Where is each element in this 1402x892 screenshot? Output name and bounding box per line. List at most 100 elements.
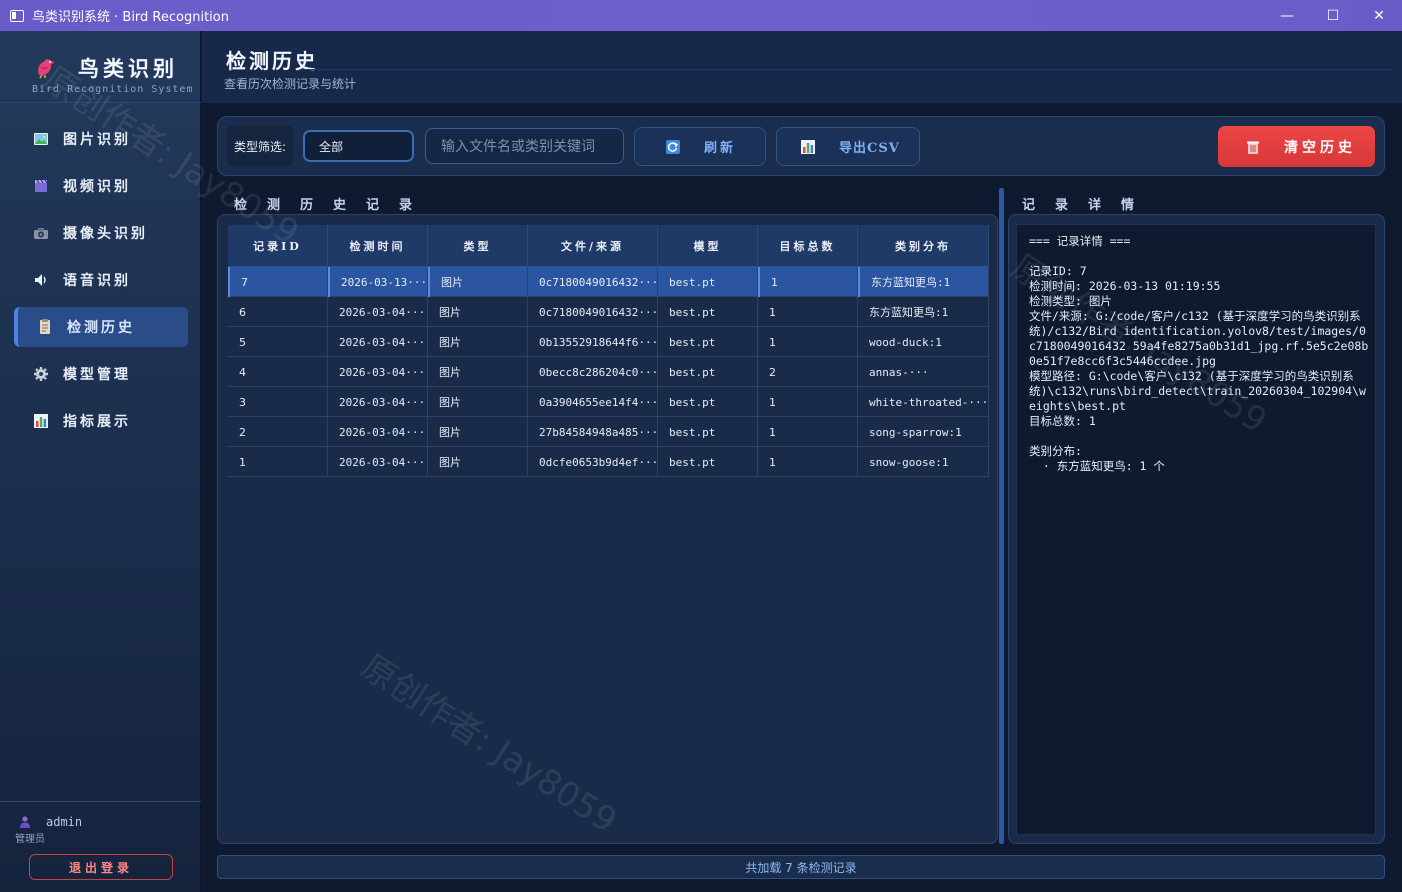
- maximize-button[interactable]: ☐: [1310, 0, 1356, 31]
- window-controls: — ☐ ✕: [1264, 0, 1402, 31]
- sidebar-item-model-management[interactable]: 模型管理: [14, 354, 188, 394]
- column-header-model[interactable]: 模型: [658, 225, 758, 267]
- sidebar-item-label: 指标展示: [63, 414, 131, 430]
- cell-class-distribution: song-sparrow:1: [858, 417, 989, 447]
- brand-subtitle: Bird Recognition System: [32, 84, 194, 95]
- cell-type: 图片: [428, 327, 528, 357]
- cell-id: 7: [228, 267, 328, 297]
- table-row[interactable]: 2 2026-03-04··· 图片 27b84584948a485··· best.p…: [228, 417, 989, 447]
- cell-time: 2026-03-04···: [328, 417, 428, 447]
- column-header-time[interactable]: 检测时间: [328, 225, 428, 267]
- cell-source: 0a3904655ee14f4···: [528, 387, 658, 417]
- cell-class-distribution: 东方蓝知更鸟:1: [858, 297, 989, 327]
- table-row[interactable]: 3 2026-03-04··· 图片 0a3904655ee14f4··· best.p…: [228, 387, 989, 417]
- cell-model: best.pt: [658, 387, 758, 417]
- record-detail-box: === 记录详情 === 记录ID: 7 检测时间: 2026-03-13 01…: [1016, 224, 1376, 835]
- refresh-button[interactable]: 刷新: [634, 127, 766, 166]
- cell-target-count: 1: [758, 297, 858, 327]
- speaker-icon: [33, 272, 49, 288]
- history-table: 记录ID 检测时间 类型 文件/来源 模型 目标总数 类别分布 7 2026-03…: [228, 225, 989, 477]
- video-icon: [33, 178, 49, 194]
- cell-id: 1: [228, 447, 328, 477]
- cell-target-count: 1: [758, 447, 858, 477]
- brand: 鸟类识别 Bird Recognition System: [0, 31, 201, 103]
- column-header-type[interactable]: 类型: [428, 225, 528, 267]
- cell-target-count: 1: [758, 267, 858, 297]
- logout-button[interactable]: 退出登录: [29, 854, 173, 880]
- sidebar-item-label: 视频识别: [63, 179, 131, 195]
- cell-id: 6: [228, 297, 328, 327]
- cell-time: 2026-03-04···: [328, 357, 428, 387]
- cell-model: best.pt: [658, 327, 758, 357]
- sidebar-item-video-recognition[interactable]: 视频识别: [14, 166, 188, 206]
- window-title: 鸟类识别系统 · Bird Recognition: [32, 10, 229, 25]
- user-area: admin 管理员 退出登录: [0, 801, 201, 892]
- cell-type: 图片: [428, 387, 528, 417]
- window-titlebar: 鸟类识别系统 · Bird Recognition — ☐ ✕: [0, 0, 1402, 31]
- minimize-button[interactable]: —: [1264, 0, 1310, 31]
- cell-model: best.pt: [658, 447, 758, 477]
- table-row[interactable]: 5 2026-03-04··· 图片 0b13552918644f6··· best.p…: [228, 327, 989, 357]
- sidebar-item-detection-history[interactable]: 检测历史: [14, 307, 188, 347]
- table-body: 7 2026-03-13··· 图片 0c7180049016432··· best.p…: [228, 267, 989, 477]
- cell-target-count: 2: [758, 357, 858, 387]
- table-row[interactable]: 7 2026-03-13··· 图片 0c7180049016432··· best.p…: [228, 267, 989, 297]
- page-header: 检测历史 查看历次检测记录与统计: [202, 31, 1402, 103]
- sidebar-item-voice-recognition[interactable]: 语音识别: [14, 260, 188, 300]
- toolbar: 类型筛选: 全部 输入文件名或类别关键词 刷新 导出CSV 清空历史: [217, 116, 1385, 176]
- history-table-panel: 记录ID 检测时间 类型 文件/来源 模型 目标总数 类别分布 7 2026-03…: [217, 214, 998, 844]
- export-label: 导出CSV: [839, 141, 900, 156]
- cell-model: best.pt: [658, 267, 758, 297]
- cell-type: 图片: [428, 267, 528, 297]
- panel-splitter[interactable]: [999, 188, 1004, 844]
- clear-history-label: 清空历史: [1284, 139, 1356, 156]
- sidebar: 鸟类识别 Bird Recognition System 图片识别 视频识别 摄…: [0, 31, 201, 892]
- cell-source: 0becc8c286204c0···: [528, 357, 658, 387]
- cell-source: 27b84584948a485···: [528, 417, 658, 447]
- cell-time: 2026-03-04···: [328, 297, 428, 327]
- cell-class-distribution: snow-goose:1: [858, 447, 989, 477]
- cell-source: 0c7180049016432···: [528, 297, 658, 327]
- table-header: 记录ID 检测时间 类型 文件/来源 模型 目标总数 类别分布: [228, 225, 989, 267]
- column-header-target-count[interactable]: 目标总数: [758, 225, 858, 267]
- cell-type: 图片: [428, 297, 528, 327]
- sidebar-item-camera-recognition[interactable]: 摄像头识别: [14, 213, 188, 253]
- records-section-label: 检测历史记录: [234, 198, 433, 213]
- table-row[interactable]: 6 2026-03-04··· 图片 0c7180049016432··· best.p…: [228, 297, 989, 327]
- type-filter-select[interactable]: 全部: [303, 130, 414, 162]
- clear-history-button[interactable]: 清空历史: [1218, 126, 1375, 167]
- image-icon: [33, 131, 49, 147]
- cell-source: 0c7180049016432···: [528, 267, 658, 297]
- gear-icon: [33, 366, 49, 382]
- search-input[interactable]: 输入文件名或类别关键词: [425, 128, 624, 164]
- status-bar: 共加载 7 条检测记录: [217, 855, 1385, 879]
- column-header-source[interactable]: 文件/来源: [528, 225, 658, 267]
- header-divider: [302, 69, 1392, 70]
- cell-time: 2026-03-04···: [328, 387, 428, 417]
- export-csv-button[interactable]: 导出CSV: [776, 127, 920, 166]
- cell-id: 5: [228, 327, 328, 357]
- cell-class-distribution: 东方蓝知更鸟:1: [858, 267, 989, 297]
- sidebar-item-label: 检测历史: [67, 320, 135, 336]
- cell-class-distribution: annas-···: [858, 357, 989, 387]
- column-header-class-distribution[interactable]: 类别分布: [858, 225, 989, 267]
- cell-model: best.pt: [658, 357, 758, 387]
- cell-class-distribution: white-throated-···: [858, 387, 989, 417]
- cell-type: 图片: [428, 447, 528, 477]
- close-button[interactable]: ✕: [1356, 0, 1402, 31]
- sidebar-item-image-recognition[interactable]: 图片识别: [14, 119, 188, 159]
- app-icon: [10, 9, 24, 22]
- sidebar-item-metrics[interactable]: 指标展示: [14, 401, 188, 441]
- sidebar-item-label: 模型管理: [63, 367, 131, 383]
- cell-target-count: 1: [758, 387, 858, 417]
- cell-id: 4: [228, 357, 328, 387]
- column-header-id[interactable]: 记录ID: [228, 225, 328, 267]
- table-row[interactable]: 4 2026-03-04··· 图片 0becc8c286204c0··· best.p…: [228, 357, 989, 387]
- cell-model: best.pt: [658, 297, 758, 327]
- cell-target-count: 1: [758, 327, 858, 357]
- cell-source: 0dcfe0653b9d4ef···: [528, 447, 658, 477]
- sidebar-item-label: 语音识别: [63, 273, 131, 289]
- table-row[interactable]: 1 2026-03-04··· 图片 0dcfe0653b9d4ef··· best.p…: [228, 447, 989, 477]
- details-section-label: 记录详情: [1022, 198, 1155, 213]
- record-detail-text: === 记录详情 === 记录ID: 7 检测时间: 2026-03-13 01…: [1029, 234, 1369, 473]
